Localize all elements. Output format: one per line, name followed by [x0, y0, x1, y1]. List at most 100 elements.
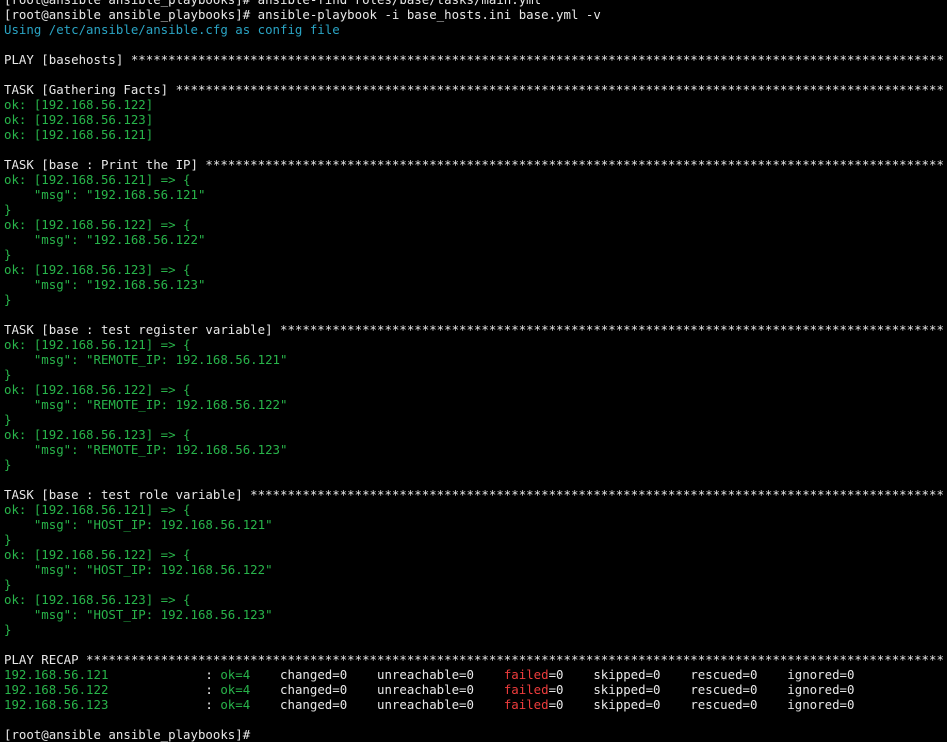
terminal-line: "msg": "192.168.56.122" [4, 232, 947, 247]
terminal-line: "msg": "192.168.56.121" [4, 187, 947, 202]
terminal-line: ok: [192.168.56.122] => { [4, 217, 947, 232]
terminal-text-segment: failed [503, 667, 549, 682]
terminal-text-segment: changed=0 unreachable=0 [250, 682, 504, 697]
terminal-text-segment: ok: [192.168.56.121] => { [4, 172, 191, 187]
terminal-text-segment: [root@ansible ansible_playbooks]# ansibl… [4, 7, 601, 22]
terminal-text-segment: } [4, 532, 12, 547]
terminal-text-segment: ok: [192.168.56.122] => { [4, 382, 191, 397]
terminal-line: [root@ansible ansible_playbooks]# ansibl… [4, 7, 947, 22]
terminal-line: TASK [base : Print the IP] *************… [4, 157, 947, 172]
terminal-text-segment: : [108, 697, 221, 712]
terminal-line: TASK [base : test register variable] ***… [4, 322, 947, 337]
terminal-line: 192.168.56.122 : ok=4 changed=0 unreacha… [4, 682, 947, 697]
terminal-line: ok: [192.168.56.121] [4, 127, 947, 142]
terminal-line: ok: [192.168.56.123] => { [4, 592, 947, 607]
terminal-line: ok: [192.168.56.122] [4, 97, 947, 112]
terminal-text-segment: changed=0 unreachable=0 [250, 667, 504, 682]
terminal-line: ok: [192.168.56.123] => { [4, 427, 947, 442]
terminal-text-segment: } [4, 202, 12, 217]
terminal-line: ok: [192.168.56.121] => { [4, 337, 947, 352]
terminal-text-segment: } [4, 412, 12, 427]
terminal-line: ok: [192.168.56.123] => { [4, 262, 947, 277]
terminal-line: "msg": "192.168.56.123" [4, 277, 947, 292]
terminal-line: } [4, 412, 947, 427]
terminal-text-segment: TASK [base : Print the IP] *************… [4, 157, 944, 172]
terminal-text-segment: ok: [192.168.56.123] => { [4, 427, 191, 442]
terminal-line: TASK [Gathering Facts] *****************… [4, 82, 947, 97]
terminal-text-segment: "msg": "REMOTE_IP: 192.168.56.123" [4, 442, 288, 457]
terminal-text-segment: ok: [192.168.56.121] [4, 127, 154, 142]
terminal-line: PLAY [basehosts] ***********************… [4, 52, 947, 67]
terminal-text-segment: } [4, 457, 12, 472]
terminal-text-segment: : [108, 667, 221, 682]
terminal-text-segment: PLAY RECAP *****************************… [4, 652, 944, 667]
terminal-line: } [4, 247, 947, 262]
terminal-text-segment: changed=0 unreachable=0 [250, 697, 504, 712]
terminal-line: } [4, 367, 947, 382]
terminal-text-segment: ok: [192.168.56.122] => { [4, 547, 191, 562]
terminal-line: ok: [192.168.56.121] => { [4, 502, 947, 517]
terminal-line: } [4, 532, 947, 547]
terminal-line: } [4, 202, 947, 217]
terminal-text-segment: ok: [192.168.56.123] => { [4, 592, 191, 607]
terminal-line: "msg": "REMOTE_IP: 192.168.56.122" [4, 397, 947, 412]
terminal-text-segment: } [4, 622, 12, 637]
terminal-output[interactable]: [root@ansible ansible_playbooks]# ansibl… [4, 0, 947, 742]
terminal-line: ok: [192.168.56.122] => { [4, 547, 947, 562]
terminal-line: [root@ansible ansible_playbooks]# ansibl… [4, 0, 947, 7]
terminal-text-segment: "msg": "REMOTE_IP: 192.168.56.121" [4, 352, 288, 367]
terminal-text-segment: "msg": "192.168.56.122" [4, 232, 206, 247]
terminal-text-segment: ok: [192.168.56.123] [4, 112, 154, 127]
terminal-text-segment: [root@ansible ansible_playbooks]# ansibl… [4, 0, 541, 7]
terminal-line: ok: [192.168.56.123] [4, 112, 947, 127]
terminal-line: ok: [192.168.56.122] => { [4, 382, 947, 397]
terminal-line: } [4, 292, 947, 307]
terminal-text-segment: } [4, 292, 12, 307]
terminal-text-segment: =0 skipped=0 rescued=0 ignored=0 [548, 667, 855, 682]
terminal-line: "msg": "REMOTE_IP: 192.168.56.123" [4, 442, 947, 457]
terminal-text-segment: =0 skipped=0 rescued=0 ignored=0 [548, 682, 855, 697]
terminal-line: } [4, 457, 947, 472]
terminal-text-segment: ok: [192.168.56.121] => { [4, 502, 191, 517]
terminal-text-segment: PLAY [basehosts] ***********************… [4, 52, 944, 67]
terminal-text-segment: "msg": "192.168.56.123" [4, 277, 206, 292]
terminal-text-segment: ok: [192.168.56.123] => { [4, 262, 191, 277]
terminal-text-segment: "msg": "HOST_IP: 192.168.56.121" [4, 517, 273, 532]
terminal-text-segment: : [108, 682, 221, 697]
terminal-text-segment: TASK [Gathering Facts] *****************… [4, 82, 944, 97]
terminal-text-segment: ok: [192.168.56.121] => { [4, 337, 191, 352]
terminal-text-segment: Using /etc/ansible/ansible.cfg as config… [4, 22, 340, 37]
terminal-line: "msg": "HOST_IP: 192.168.56.123" [4, 607, 947, 622]
terminal-line: } [4, 577, 947, 592]
terminal-line: "msg": "REMOTE_IP: 192.168.56.121" [4, 352, 947, 367]
terminal-text-segment: failed [503, 697, 549, 712]
terminal-line: PLAY RECAP *****************************… [4, 652, 947, 667]
terminal-line: Using /etc/ansible/ansible.cfg as config… [4, 22, 947, 37]
terminal-line: } [4, 622, 947, 637]
terminal-text-segment: "msg": "HOST_IP: 192.168.56.122" [4, 562, 273, 577]
terminal-text-segment: TASK [base : test role variable] *******… [4, 487, 944, 502]
terminal-text-segment: ok: [192.168.56.122] => { [4, 217, 191, 232]
terminal-text-segment: "msg": "REMOTE_IP: 192.168.56.122" [4, 397, 288, 412]
terminal-line: ok: [192.168.56.121] => { [4, 172, 947, 187]
terminal-text-segment: ok=4 [220, 697, 251, 712]
terminal-text-segment: } [4, 577, 12, 592]
terminal-line: "msg": "HOST_IP: 192.168.56.121" [4, 517, 947, 532]
terminal-line: 192.168.56.123 : ok=4 changed=0 unreacha… [4, 697, 947, 712]
terminal-text-segment: failed [503, 682, 549, 697]
terminal-text-segment: 192.168.56.122 [4, 682, 109, 697]
terminal-text-segment: TASK [base : test register variable] ***… [4, 322, 944, 337]
terminal-line: 192.168.56.121 : ok=4 changed=0 unreacha… [4, 667, 947, 682]
terminal-text-segment: } [4, 367, 12, 382]
terminal-text-segment: ok=4 [220, 667, 251, 682]
terminal-text-segment: "msg": "HOST_IP: 192.168.56.123" [4, 607, 273, 622]
terminal-text-segment: "msg": "192.168.56.121" [4, 187, 206, 202]
terminal-line: "msg": "HOST_IP: 192.168.56.122" [4, 562, 947, 577]
